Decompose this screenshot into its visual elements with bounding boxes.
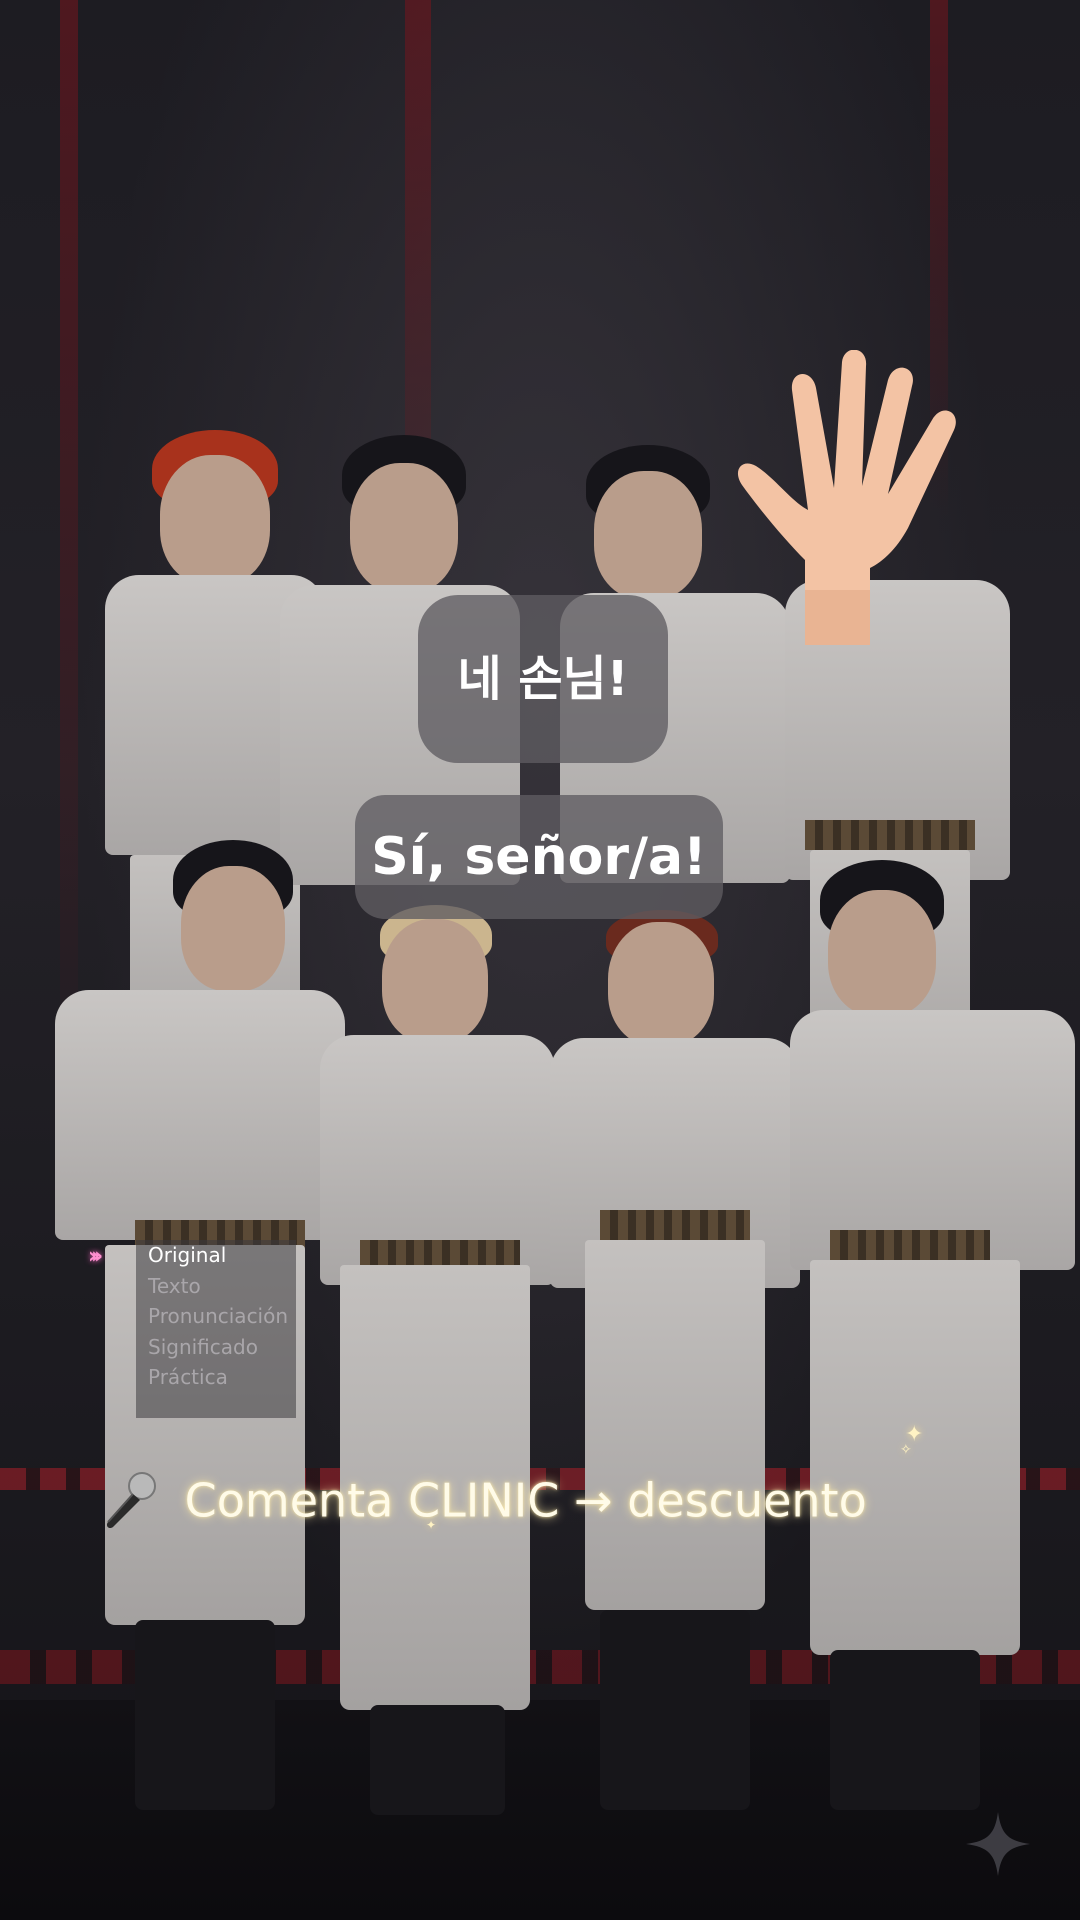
step-significado: Significado [148,1334,258,1359]
performer [790,860,1075,1820]
step-texto: Texto [148,1273,201,1298]
raised-hand-icon [738,350,956,645]
step-pronunciacion: Pronunciación [148,1304,289,1328]
video-frame: 네 손님! Sí, señor/a! ››› Original Texto Pr… [0,0,1080,1920]
spanish-phrase-bubble: Sí, señor/a! [355,795,723,919]
cta-text: Comenta CLINIC → descuento [184,1473,867,1528]
performer [320,905,555,1825]
step-practica: Práctica [148,1365,228,1389]
korean-phrase-bubble: 네 손님! [418,595,668,763]
performer [550,910,800,1820]
triple-chevron-icon: ››› [88,1244,103,1269]
steps-list: Original Texto Pronunciación Significado… [148,1240,288,1393]
four-point-star-icon [966,1812,1030,1876]
comment-cta: Comenta CLINIC → descuento [100,1462,867,1532]
sparkle: ✧ [900,1442,912,1458]
microphone-icon [106,1471,156,1528]
sparkle: ✦ [426,1518,437,1532]
step-original: Original [148,1243,227,1267]
